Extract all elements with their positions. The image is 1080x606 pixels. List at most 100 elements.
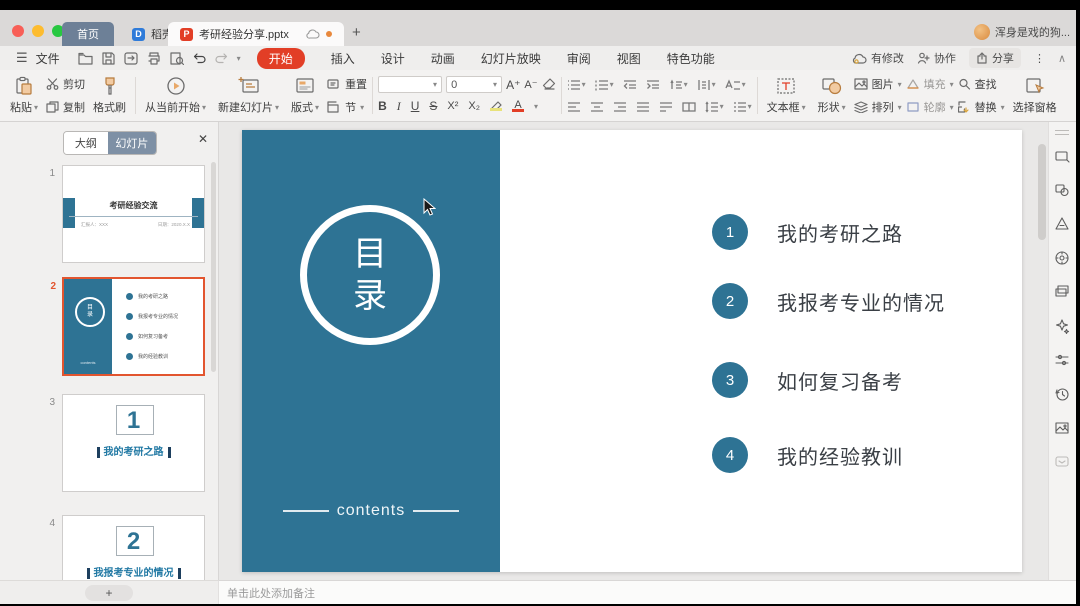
- collapse-ribbon-icon[interactable]: ∧: [1058, 52, 1066, 65]
- contents-label[interactable]: contents: [242, 502, 500, 520]
- highlight-color-button[interactable]: [490, 101, 502, 111]
- rail-handle-icon[interactable]: [1055, 130, 1069, 135]
- effects-pane-icon[interactable]: [1054, 318, 1070, 334]
- toc-item-2[interactable]: 2 我报考专业的情况: [712, 283, 945, 319]
- menu-file[interactable]: 文件: [36, 50, 60, 67]
- font-size-select[interactable]: 0▾: [446, 76, 502, 93]
- character-border-button[interactable]: ▾: [725, 79, 746, 91]
- ribbon-tab-start[interactable]: 开始: [257, 48, 305, 69]
- justify-button[interactable]: [636, 101, 650, 113]
- ribbon-tab-slideshow[interactable]: 幻灯片放映: [481, 50, 541, 67]
- slideshow-pane-icon[interactable]: [1054, 148, 1070, 164]
- ribbon-tab-design[interactable]: 设计: [381, 50, 405, 67]
- panel-scrollbar[interactable]: [211, 162, 216, 372]
- section-button[interactable]: 节▾: [327, 99, 367, 115]
- notes-bar[interactable]: 单击此处添加备注: [218, 580, 1076, 604]
- history-pane-icon[interactable]: [1054, 386, 1070, 402]
- slide-thumbnail-4[interactable]: 4 2 我报考专业的情况: [62, 515, 205, 580]
- print-preview-icon[interactable]: [170, 52, 184, 65]
- toc-title-circle[interactable]: 目 录: [300, 205, 440, 345]
- play-from-current-button[interactable]: 从当前开始▾: [141, 73, 210, 118]
- paragraph-spacing-button[interactable]: ▾: [697, 79, 716, 91]
- strikethrough-button[interactable]: S: [429, 99, 437, 113]
- text-columns-button[interactable]: [682, 101, 696, 113]
- align-right-button[interactable]: [613, 101, 627, 113]
- print-icon[interactable]: [147, 52, 161, 65]
- image-pane-icon[interactable]: [1054, 420, 1070, 436]
- copy-button[interactable]: 复制: [46, 99, 85, 115]
- slides-tab[interactable]: 幻灯片: [108, 132, 156, 154]
- increase-font-button[interactable]: A⁺: [506, 78, 520, 92]
- slide-thumbnail-3[interactable]: 3 1 我的考研之路: [62, 394, 205, 492]
- redo-icon[interactable]: [215, 52, 228, 64]
- ribbon-tab-review[interactable]: 审阅: [567, 50, 591, 67]
- picture-button[interactable]: 图片▾: [854, 76, 902, 92]
- decrease-indent-button[interactable]: [623, 79, 637, 91]
- find-button[interactable]: 查找: [958, 76, 1005, 92]
- increase-indent-button[interactable]: [646, 79, 660, 91]
- user-account[interactable]: 浑身是戏的狗...: [974, 24, 1070, 40]
- clear-format-eraser-icon[interactable]: [542, 78, 556, 91]
- more-options-icon[interactable]: ⋮: [1034, 52, 1045, 65]
- distribute-text-button[interactable]: [659, 101, 673, 113]
- align-left-button[interactable]: [567, 101, 581, 113]
- tab-home[interactable]: 首页: [62, 22, 114, 46]
- text-direction-button[interactable]: ▾: [669, 79, 688, 91]
- qat-more-dropdown-icon[interactable]: ▾: [237, 54, 241, 63]
- underline-button[interactable]: U: [411, 99, 420, 113]
- export-convert-icon[interactable]: [124, 52, 138, 65]
- layout-button[interactable]: 版式▾: [287, 73, 323, 118]
- toc-item-4[interactable]: 4 我的经验教训: [712, 437, 903, 473]
- shapes-pane-icon[interactable]: [1054, 182, 1070, 198]
- undo-icon[interactable]: [193, 52, 206, 64]
- format-painter-button[interactable]: 格式刷: [89, 73, 130, 118]
- replace-button[interactable]: 替换▾: [958, 99, 1005, 115]
- ribbon-tab-insert[interactable]: 插入: [331, 50, 355, 67]
- minimize-window-button[interactable]: [32, 25, 44, 37]
- collaborate-button[interactable]: 协作: [917, 50, 956, 66]
- cut-button[interactable]: 剪切: [46, 76, 85, 92]
- arrange-button[interactable]: 排列▾: [854, 99, 902, 115]
- italic-button[interactable]: I: [397, 99, 401, 114]
- slide-thumbnail-2-selected[interactable]: 2 目录 contents 我的考研之路 我报考专业的情况 如何复习备考 我的经…: [62, 277, 205, 376]
- line-spacing-button[interactable]: ▾: [705, 101, 724, 113]
- ribbon-tab-view[interactable]: 视图: [617, 50, 641, 67]
- ribbon-tab-animation[interactable]: 动画: [431, 50, 455, 67]
- font-color-button[interactable]: A: [512, 100, 524, 112]
- outline-button[interactable]: 轮廓▾: [906, 99, 954, 115]
- shapes-button[interactable]: 形状▾: [814, 73, 850, 118]
- tab-document[interactable]: P 考研经验分享.pptx: [168, 22, 344, 46]
- paste-button[interactable]: 粘贴▾: [6, 73, 42, 118]
- save-icon[interactable]: [102, 52, 115, 65]
- current-slide[interactable]: 目 录 contents 1 我的考研之路 2 我报考专业的情况: [242, 130, 1022, 572]
- toc-item-3[interactable]: 3 如何复习备考: [712, 362, 903, 398]
- canvas-scrollbar[interactable]: [1038, 144, 1046, 240]
- main-menu-icon[interactable]: ☰: [16, 50, 28, 66]
- share-button[interactable]: 分享: [969, 48, 1021, 68]
- close-panel-icon[interactable]: ✕: [198, 132, 208, 146]
- reset-slide-button[interactable]: 重置: [327, 76, 367, 92]
- font-family-select[interactable]: ▾: [378, 76, 442, 93]
- bold-button[interactable]: B: [378, 99, 387, 113]
- toc-item-1[interactable]: 1 我的考研之路: [712, 214, 903, 250]
- beautify-pane-icon[interactable]: [1054, 216, 1070, 232]
- modified-status[interactable]: 有修改: [852, 50, 904, 66]
- align-center-button[interactable]: [590, 101, 604, 113]
- close-window-button[interactable]: [12, 25, 24, 37]
- toc-side-panel[interactable]: 目 录 contents: [242, 130, 500, 572]
- add-slide-button[interactable]: +: [85, 585, 133, 601]
- fill-button[interactable]: 填充▾: [906, 76, 954, 92]
- list-settings-button[interactable]: ▾: [733, 101, 752, 113]
- selection-pane-button[interactable]: 选择窗格: [1009, 73, 1061, 118]
- slide-thumbnail-1[interactable]: 1 考研经验交流 汇报人：XXX 日期：2020.X.X: [62, 165, 205, 263]
- decrease-font-button[interactable]: A⁻: [524, 78, 537, 91]
- comments-pane-icon[interactable]: [1054, 454, 1070, 470]
- layers-pane-icon[interactable]: [1054, 284, 1070, 300]
- outline-tab[interactable]: 大纲: [64, 132, 108, 154]
- open-file-icon[interactable]: [78, 52, 93, 65]
- bullet-list-button[interactable]: ▾: [567, 79, 586, 91]
- numbered-list-button[interactable]: ▾: [595, 79, 614, 91]
- new-slide-button[interactable]: 新建幻灯片▾: [214, 73, 283, 118]
- new-tab-button[interactable]: +: [352, 24, 361, 41]
- textbox-button[interactable]: 文本框▾: [763, 73, 810, 118]
